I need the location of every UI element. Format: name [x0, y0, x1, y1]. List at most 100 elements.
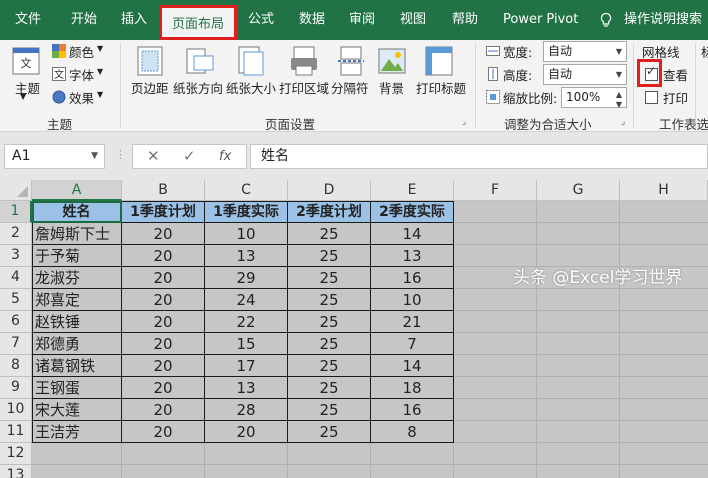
name-cell[interactable]: 诸葛钢铁 [32, 355, 121, 377]
row-header-6[interactable]: 6 [0, 311, 32, 333]
drag-handle-icon[interactable]: ⋮ [115, 148, 126, 161]
enter-icon[interactable]: ✓ [183, 147, 196, 165]
row-header-12[interactable]: 12 [0, 443, 32, 465]
insert-function-icon[interactable]: fx [219, 149, 231, 164]
value-cell[interactable]: 10 [205, 223, 287, 245]
tab-page-layout[interactable]: 页面布局 [159, 5, 238, 40]
name-cell[interactable]: 王洁芳 [32, 421, 121, 443]
value-cell[interactable]: 20 [122, 311, 204, 333]
column-header-g[interactable]: G [537, 180, 620, 201]
spin-down-icon[interactable]: ▼ [616, 95, 622, 114]
table-header-cell[interactable]: 1季度实际 [205, 201, 287, 223]
name-box[interactable]: A1 ▼ [4, 144, 105, 169]
value-cell[interactable]: 28 [205, 399, 287, 421]
value-cell[interactable]: 14 [371, 355, 453, 377]
name-cell[interactable]: 郑德勇 [32, 333, 121, 355]
value-cell[interactable]: 20 [122, 355, 204, 377]
value-cell[interactable]: 25 [288, 421, 370, 443]
row-header-7[interactable]: 7 [0, 333, 32, 355]
formula-input[interactable]: 姓名 [250, 144, 708, 169]
column-header-h[interactable]: H [620, 180, 708, 201]
column-header-d[interactable]: D [288, 180, 371, 201]
row-header-4[interactable]: 4 [0, 267, 32, 289]
value-cell[interactable]: 17 [205, 355, 287, 377]
value-cell[interactable]: 20 [122, 267, 204, 289]
value-cell[interactable]: 25 [288, 267, 370, 289]
value-cell[interactable]: 25 [288, 399, 370, 421]
row-header-10[interactable]: 10 [0, 399, 32, 421]
value-cell[interactable]: 16 [371, 399, 453, 421]
value-cell[interactable]: 25 [288, 223, 370, 245]
name-cell[interactable]: 郑喜定 [32, 289, 121, 311]
name-cell[interactable]: 赵铁锤 [32, 311, 121, 333]
value-cell[interactable]: 13 [205, 377, 287, 399]
value-cell[interactable]: 22 [205, 311, 287, 333]
value-cell[interactable]: 25 [288, 377, 370, 399]
value-cell[interactable]: 20 [122, 421, 204, 443]
value-cell[interactable]: 25 [288, 355, 370, 377]
row-header-8[interactable]: 8 [0, 355, 32, 377]
width-select[interactable]: 自动 ▼ [543, 41, 627, 62]
tab-view[interactable]: 视图 [400, 0, 426, 40]
tab-review[interactable]: 审阅 [349, 0, 375, 40]
value-cell[interactable]: 24 [205, 289, 287, 311]
value-cell[interactable]: 20 [205, 421, 287, 443]
column-header-e[interactable]: E [371, 180, 454, 201]
column-header-c[interactable]: C [205, 180, 288, 201]
value-cell[interactable]: 8 [371, 421, 453, 443]
value-cell[interactable]: 13 [205, 245, 287, 267]
value-cell[interactable]: 20 [122, 399, 204, 421]
row-header-3[interactable]: 3 [0, 245, 32, 267]
table-header-cell[interactable]: 姓名 [32, 201, 121, 223]
value-cell[interactable]: 20 [122, 377, 204, 399]
tab-data[interactable]: 数据 [299, 0, 325, 40]
value-cell[interactable]: 20 [122, 223, 204, 245]
dialog-launcher-icon[interactable]: ⌟ [621, 117, 625, 127]
row-header-5[interactable]: 5 [0, 289, 32, 311]
tab-home[interactable]: 开始 [71, 0, 97, 40]
row-header-1[interactable]: 1 [0, 201, 32, 223]
name-cell[interactable]: 詹姆斯下士 [32, 223, 121, 245]
height-select[interactable]: 自动 ▼ [543, 64, 627, 85]
scale-spinner[interactable]: 100% ▲ ▼ [561, 87, 627, 109]
tab-insert[interactable]: 插入 [121, 0, 147, 40]
column-header-f[interactable]: F [454, 180, 537, 201]
row-header-9[interactable]: 9 [0, 377, 32, 399]
value-cell[interactable]: 13 [371, 245, 453, 267]
value-cell[interactable]: 15 [205, 333, 287, 355]
value-cell[interactable]: 21 [371, 311, 453, 333]
value-cell[interactable]: 20 [122, 289, 204, 311]
tab-help[interactable]: 帮助 [452, 0, 478, 40]
column-header-a[interactable]: A [32, 180, 122, 201]
value-cell[interactable]: 14 [371, 223, 453, 245]
tab-power-pivot[interactable]: Power Pivot [503, 0, 578, 40]
cancel-icon[interactable]: ✕ [147, 147, 160, 165]
row-header-11[interactable]: 11 [0, 421, 32, 443]
table-header-cell[interactable]: 2季度实际 [371, 201, 453, 223]
value-cell[interactable]: 29 [205, 267, 287, 289]
value-cell[interactable]: 25 [288, 245, 370, 267]
name-cell[interactable]: 于予菊 [32, 245, 121, 267]
value-cell[interactable]: 25 [288, 333, 370, 355]
value-cell[interactable]: 18 [371, 377, 453, 399]
tab-formulas[interactable]: 公式 [248, 0, 274, 40]
value-cell[interactable]: 25 [288, 311, 370, 333]
value-cell[interactable]: 16 [371, 267, 453, 289]
value-cell[interactable]: 25 [288, 289, 370, 311]
tab-file[interactable]: 文件 [15, 0, 41, 40]
name-cell[interactable]: 龙淑芬 [32, 267, 121, 289]
select-all-button[interactable] [0, 180, 32, 201]
dialog-launcher-icon[interactable]: ⌟ [462, 117, 466, 127]
table-header-cell[interactable]: 2季度计划 [288, 201, 370, 223]
row-header-2[interactable]: 2 [0, 223, 32, 245]
name-cell[interactable]: 王钢蛋 [32, 377, 121, 399]
name-cell[interactable]: 宋大莲 [32, 399, 121, 421]
value-cell[interactable]: 7 [371, 333, 453, 355]
tell-me-search[interactable]: 操作说明搜索 [624, 0, 702, 40]
worksheet-grid[interactable]: A B C D E F G H 1 2 3 4 5 6 7 8 9 10 11 12 13 姓名 1季度计划 1季度实际 2季度… [0, 180, 708, 478]
value-cell[interactable]: 10 [371, 289, 453, 311]
column-header-b[interactable]: B [122, 180, 205, 201]
row-header-13[interactable]: 13 [0, 465, 32, 478]
print-checkbox-box[interactable] [645, 91, 658, 104]
value-cell[interactable]: 20 [122, 245, 204, 267]
